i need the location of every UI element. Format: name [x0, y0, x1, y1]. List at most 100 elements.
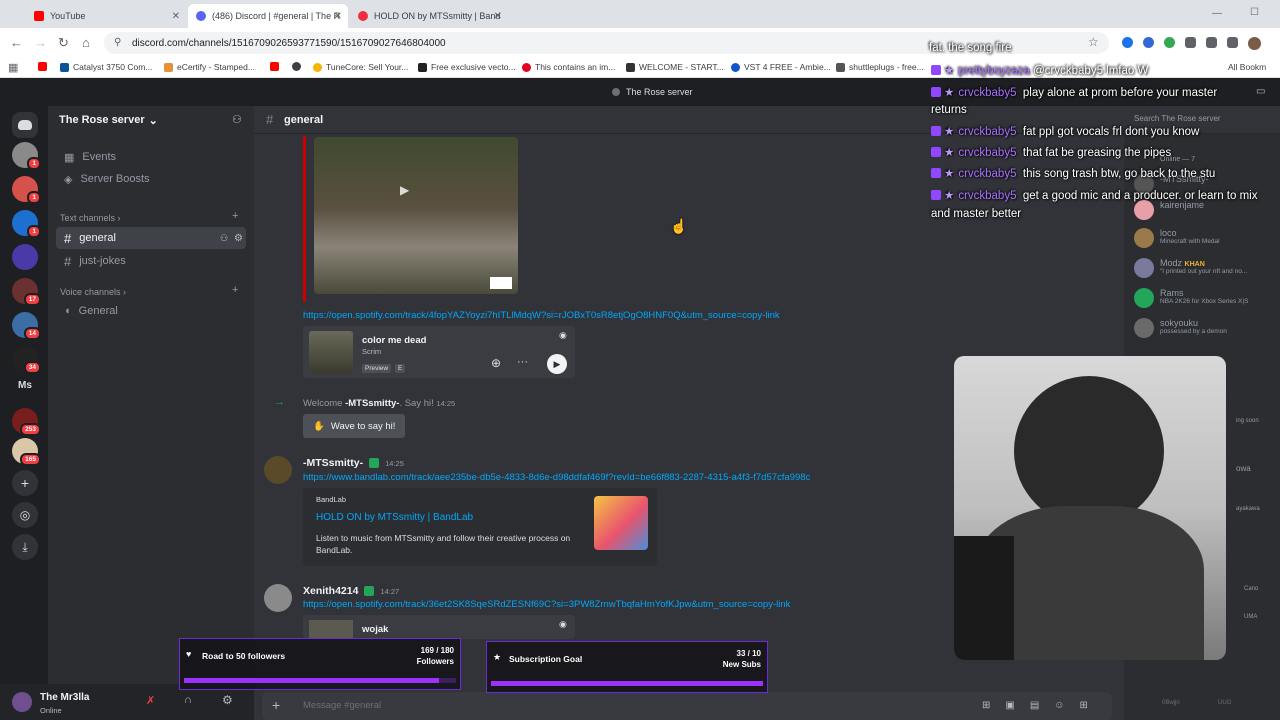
emoji-icon[interactable]: ☺: [1054, 700, 1064, 711]
add-channel-icon[interactable]: +: [232, 210, 238, 222]
bookmark-item[interactable]: TuneCore: Sell Your...: [313, 62, 408, 72]
direct-messages-button[interactable]: [12, 112, 38, 138]
extension-icon[interactable]: [1164, 37, 1175, 48]
avatar[interactable]: [12, 692, 32, 712]
tab-bandlab[interactable]: HOLD ON by MTSsmitty | Band ✕: [350, 4, 508, 28]
server-icon[interactable]: 1: [12, 176, 41, 204]
reload-icon[interactable]: ↻: [58, 35, 69, 51]
server-icon[interactable]: 1: [12, 142, 41, 170]
server-boosts-item[interactable]: ◈ Server Boosts: [56, 168, 246, 190]
download-apps-icon[interactable]: ⤓: [12, 534, 38, 560]
discover-icon[interactable]: ◎: [12, 502, 38, 528]
close-icon[interactable]: ✕: [494, 11, 502, 22]
channel-general[interactable]: # general ⚇ ⚙: [56, 227, 246, 249]
apps-grid-icon[interactable]: ▦: [8, 61, 18, 74]
twitch-badge-icon: [931, 87, 941, 97]
message-author[interactable]: -MTSsmitty-: [303, 457, 363, 469]
member-item[interactable]: sokyouku possessed by a demon: [1134, 318, 1227, 338]
category-label: Text channels: [60, 213, 116, 223]
bookmark-item[interactable]: [292, 62, 301, 71]
upload-plus-icon[interactable]: +: [272, 697, 280, 713]
category-text-channels[interactable]: Text channels ›: [60, 213, 121, 223]
boost-icon: ◈: [64, 173, 73, 186]
bookmark-item[interactable]: Catalyst 3750 Com...: [60, 62, 152, 72]
forward-icon[interactable]: →: [34, 35, 47, 50]
bandlab-link[interactable]: https://www.bandlab.com/track/aee235be-d…: [303, 472, 810, 483]
avatar[interactable]: [264, 584, 292, 612]
timestamp: 14:25: [436, 399, 456, 408]
server-icon[interactable]: Ms: [12, 372, 38, 398]
extension-icon[interactable]: [1122, 37, 1133, 48]
server-name-header[interactable]: The Rose server ⌄: [59, 114, 158, 127]
extensions-area: [1122, 37, 1261, 50]
add-channel-icon[interactable]: +: [232, 284, 238, 296]
wave-button[interactable]: ✋ Wave to say hi!: [303, 414, 406, 438]
more-icon[interactable]: ···: [517, 356, 528, 368]
message-input[interactable]: Message #general: [303, 700, 381, 711]
apps-icon[interactable]: ⊞: [1080, 700, 1088, 711]
home-icon[interactable]: ⌂: [82, 35, 90, 50]
play-icon[interactable]: ▶: [400, 183, 409, 197]
headphones-icon[interactable]: ∩: [184, 694, 192, 706]
bookmark-star-icon[interactable]: ☆: [1088, 35, 1099, 49]
sticker-icon[interactable]: ▤: [1030, 700, 1039, 711]
bookmark-item[interactable]: Free exclusive vecto...: [418, 62, 516, 72]
unread-badge: 14: [23, 327, 41, 340]
minimize-icon[interactable]: —: [1212, 8, 1222, 19]
close-icon[interactable]: ✕: [334, 11, 342, 22]
server-icon[interactable]: 253: [12, 408, 41, 436]
tab-discord[interactable]: (486) Discord | #general | The R ✕: [188, 4, 348, 28]
add-icon[interactable]: ⊕: [491, 356, 501, 370]
server-icon[interactable]: 17: [12, 278, 41, 306]
server-icon[interactable]: [12, 244, 38, 270]
add-server-icon[interactable]: +: [12, 470, 38, 496]
bookmark-item[interactable]: VST 4 FREE - Ambie...: [731, 62, 831, 72]
message-author[interactable]: Xenith4214: [303, 585, 358, 597]
bookmark-item[interactable]: [270, 62, 279, 71]
bookmark-item[interactable]: WELCOME - START...: [626, 62, 724, 72]
close-icon[interactable]: ✕: [172, 11, 180, 22]
profile-avatar[interactable]: [1248, 37, 1261, 50]
embed-title[interactable]: HOLD ON by MTSsmitty | BandLab: [316, 512, 473, 523]
album-art-image[interactable]: ▶: [314, 137, 518, 294]
gear-icon[interactable]: ⚙: [234, 233, 243, 244]
gear-icon[interactable]: ⚙: [222, 693, 233, 707]
download-icon[interactable]: [1206, 37, 1217, 48]
channel-just-jokes[interactable]: # just-jokes: [56, 250, 246, 272]
avatar[interactable]: [264, 456, 292, 484]
site-info-icon[interactable]: ⚲: [114, 37, 121, 48]
invite-people-icon[interactable]: ⚇: [232, 113, 242, 126]
voice-channel-general[interactable]: ◖ General: [56, 300, 246, 322]
mute-mic-icon[interactable]: ✗: [146, 694, 155, 707]
member-name: sokyouku: [1160, 318, 1199, 328]
category-voice-channels[interactable]: Voice channels ›: [60, 287, 126, 297]
maximize-icon[interactable]: ☐: [1250, 7, 1259, 18]
gift-icon[interactable]: ⊞: [982, 700, 990, 711]
tab-youtube[interactable]: YouTube ✕: [26, 4, 186, 28]
member-item[interactable]: Rams NBA 2K26 for Xbox Series X|S: [1134, 288, 1248, 308]
server-icon[interactable]: 165: [12, 438, 41, 466]
play-button[interactable]: ▶: [547, 354, 567, 374]
events-item[interactable]: ▦ Events: [56, 146, 246, 168]
bookmark-item[interactable]: eCertify - Stamped...: [164, 62, 255, 72]
spotify-link[interactable]: https://open.spotify.com/track/36et2SK8S…: [303, 599, 790, 610]
puzzle-icon[interactable]: [1185, 37, 1196, 48]
bookmark-item[interactable]: This contains an im...: [522, 62, 615, 72]
server-icon[interactable]: 34: [12, 346, 41, 374]
welcome-username[interactable]: -MTSsmitty-: [345, 398, 399, 409]
server-icon[interactable]: 14: [12, 312, 41, 340]
server-icon[interactable]: 1: [12, 210, 41, 238]
member-item[interactable]: loco Minecraft with Medal: [1134, 228, 1220, 248]
member-item[interactable]: Modz KHAN "I printed out your nft and no.…: [1134, 258, 1247, 278]
inbox-icon[interactable]: ▭: [1256, 86, 1265, 97]
star-badge-icon: ★: [944, 65, 955, 77]
gif-icon[interactable]: ▣: [1005, 700, 1014, 711]
menu-icon[interactable]: [1227, 37, 1238, 48]
spotify-link[interactable]: https://open.spotify.com/track/4fopYAZYo…: [303, 310, 780, 321]
all-bookmarks[interactable]: All Bookm: [1228, 62, 1266, 72]
extension-icon[interactable]: [1143, 37, 1154, 48]
bookmark-item[interactable]: shuttleplugs - free...: [836, 62, 924, 72]
back-icon[interactable]: ←: [10, 35, 23, 50]
invite-icon[interactable]: ⚇: [220, 233, 228, 244]
bookmark-item[interactable]: [38, 62, 47, 71]
